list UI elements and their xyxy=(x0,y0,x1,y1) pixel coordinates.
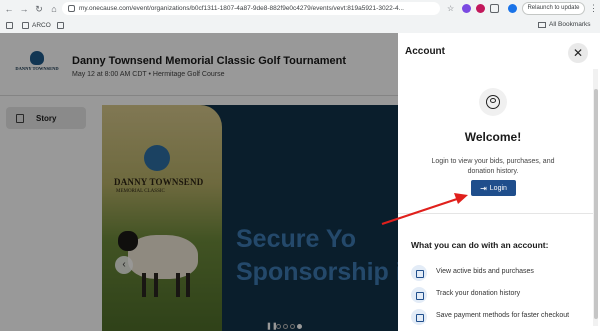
features-title: What you can do with an account: xyxy=(411,240,549,250)
annotation-arrow-icon xyxy=(381,193,468,226)
bookmark-star-icon[interactable]: ☆ xyxy=(447,4,456,13)
payment-icon xyxy=(411,309,427,325)
close-button[interactable]: ✕ xyxy=(568,43,588,63)
globe-icon xyxy=(22,21,29,29)
site-info-icon[interactable] xyxy=(68,5,75,12)
reload-icon[interactable]: ↻ xyxy=(33,3,45,15)
browser-chrome: ← → ↻ ⌂ my.onecause.com/event/organizati… xyxy=(0,0,600,33)
login-message: Login to view your bids, purchases, and … xyxy=(431,158,555,175)
login-button[interactable]: ⇥ Login xyxy=(471,180,516,196)
back-icon[interactable]: ← xyxy=(3,3,15,15)
drawer-title: Account xyxy=(405,46,445,57)
bookmark-arco[interactable]: ARCO xyxy=(22,21,51,29)
bookmarks-bar: ARCO xyxy=(0,17,600,33)
home-icon[interactable]: ⌂ xyxy=(48,3,60,15)
address-bar[interactable]: my.onecause.com/event/organizations/b0cf… xyxy=(62,2,440,15)
grid-icon[interactable] xyxy=(56,21,67,29)
feature-item: View active bids and purchases xyxy=(411,265,586,281)
modal-backdrop[interactable] xyxy=(0,33,398,331)
extension-icon[interactable] xyxy=(462,4,471,13)
account-drawer: Account ✕ Welcome! Login to view your bi… xyxy=(398,33,600,331)
donation-icon xyxy=(411,287,427,303)
browser-menu-icon[interactable]: ⋮ xyxy=(589,3,598,14)
url-text: my.onecause.com/event/organizations/b0cf… xyxy=(79,5,404,12)
forward-icon[interactable]: → xyxy=(18,3,30,15)
login-icon: ⇥ xyxy=(480,183,487,193)
extension-icon-2[interactable] xyxy=(476,4,485,13)
profile-icon[interactable] xyxy=(508,4,517,13)
feature-item: Track your donation history xyxy=(411,287,586,303)
scrollbar-thumb[interactable] xyxy=(593,89,598,319)
apps-icon[interactable] xyxy=(6,21,16,29)
welcome-heading: Welcome! xyxy=(464,130,522,144)
relaunch-button[interactable]: Relaunch to update xyxy=(522,2,585,15)
gavel-icon xyxy=(411,265,427,281)
account-avatar-icon xyxy=(479,88,507,116)
feature-item: Save payment methods for faster checkout xyxy=(411,309,586,325)
all-bookmarks[interactable]: All Bookmarks xyxy=(538,21,591,28)
extensions-puzzle-icon[interactable] xyxy=(490,4,499,13)
folder-icon xyxy=(538,21,546,28)
drawer-scrollbar[interactable] xyxy=(593,69,598,326)
